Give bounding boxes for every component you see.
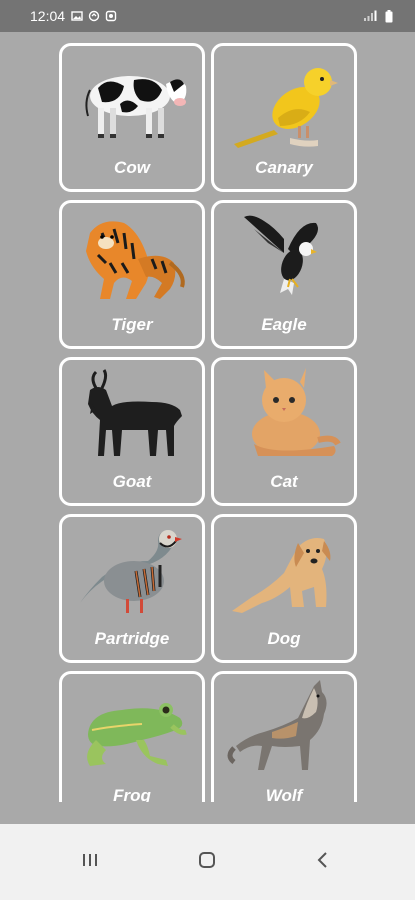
animal-card-frog[interactable]: Frog <box>59 671 205 802</box>
home-button[interactable] <box>187 844 227 876</box>
cat-image <box>252 368 341 456</box>
sync-icon <box>88 10 100 22</box>
animal-label: Partridge <box>94 629 170 648</box>
animal-card-wolf[interactable]: Wolf <box>211 671 357 802</box>
recent-apps-button[interactable] <box>70 844 110 876</box>
animal-label: Eagle <box>261 315 307 334</box>
battery-icon <box>385 9 393 22</box>
animal-label: Dog <box>267 629 301 648</box>
tiger-image <box>86 221 185 299</box>
home-icon <box>199 852 215 868</box>
animal-card-partridge[interactable]: Partridge <box>59 514 205 663</box>
animal-label: Cow <box>114 158 150 177</box>
animal-label: Frog <box>113 786 151 802</box>
back-button[interactable] <box>303 844 343 876</box>
animal-card-cow[interactable]: Cow <box>59 43 205 192</box>
animal-grid-scroll[interactable]: Cow Canary Tiger Eagle Goat Cat Partridg… <box>0 32 415 802</box>
image-icon <box>71 11 83 21</box>
eagle-image <box>244 215 318 295</box>
goat-image <box>88 369 182 456</box>
animal-card-canary[interactable]: Canary <box>211 43 357 192</box>
animal-card-cat[interactable]: Cat <box>211 357 357 506</box>
partridge-image <box>80 530 182 613</box>
navigation-bar <box>0 824 415 900</box>
status-time: 12:04 <box>30 8 66 24</box>
dog-image <box>232 538 331 613</box>
status-notification-icons <box>71 10 117 22</box>
status-left: 12:04 <box>30 8 117 24</box>
animal-card-goat[interactable]: Goat <box>59 357 205 506</box>
frog-image <box>87 703 187 766</box>
animal-label: Canary <box>255 158 313 177</box>
wolf-image <box>227 680 327 770</box>
recent-apps-icon <box>83 854 97 866</box>
animal-card-eagle[interactable]: Eagle <box>211 200 357 349</box>
animal-card-tiger[interactable]: Tiger <box>59 200 205 349</box>
cow-image <box>85 76 187 138</box>
status-right <box>363 9 393 23</box>
animal-label: Tiger <box>111 315 153 334</box>
canary-image <box>234 68 338 148</box>
animal-label: Wolf <box>265 786 303 802</box>
animal-label: Cat <box>270 472 298 491</box>
status-bar: 12:04 <box>0 0 415 32</box>
app-icon <box>105 10 117 22</box>
back-icon <box>317 852 327 868</box>
animal-card-dog[interactable]: Dog <box>211 514 357 663</box>
animal-label: Goat <box>112 472 152 491</box>
animal-grid: Cow Canary Tiger Eagle Goat Cat Partridg… <box>59 43 357 802</box>
signal-icon <box>364 10 377 21</box>
